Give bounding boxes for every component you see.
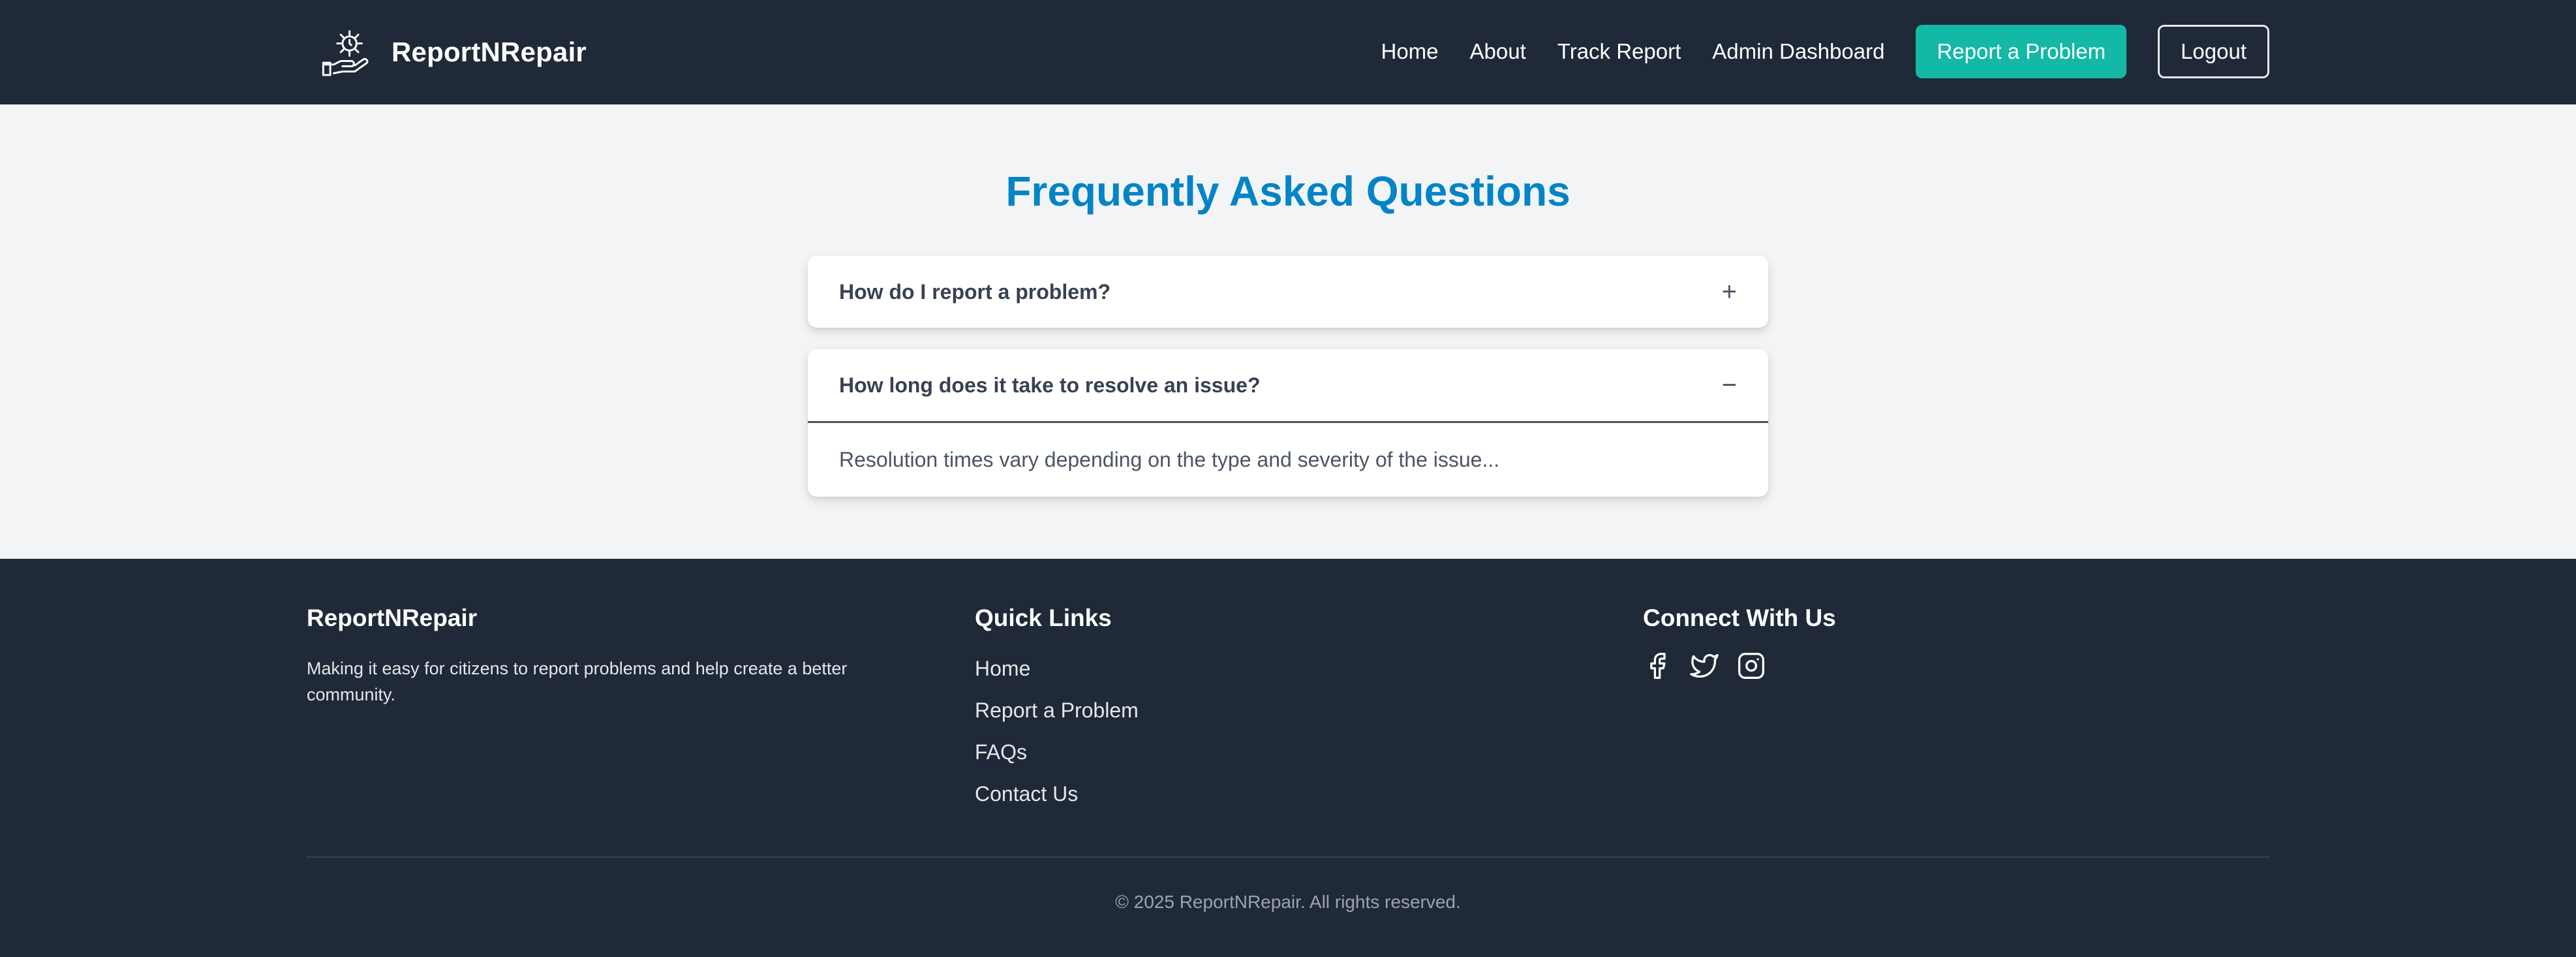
facebook-icon[interactable] [1643,651,1672,680]
top-navbar: ReportNRepair Home About Track Report Ad… [0,0,2576,104]
footer-link-report-problem[interactable]: Report a Problem [975,697,1366,739]
faq-question-text: How long does it take to resolve an issu… [839,373,1261,397]
footer-quick-links-heading: Quick Links [975,604,1112,631]
brand[interactable]: ReportNRepair [320,24,587,81]
copyright-text: © 2025 ReportNRepair. All rights reserve… [1115,892,1461,912]
site-footer: ReportNRepair Making it easy for citizen… [0,559,2576,957]
faq-question-text: How do I report a problem? [839,279,1111,304]
footer-divider [307,856,2269,858]
nav-home-link[interactable]: Home [1381,39,1439,64]
gear-hand-logo-icon [322,30,369,76]
faq-item: How long does it take to resolve an issu… [808,349,1768,497]
faq-title: Frequently Asked Questions [1005,168,1571,215]
footer-connect-heading: Connect With Us [1643,604,1836,631]
minus-icon: − [1721,371,1737,400]
faq-question-toggle[interactable]: How do I report a problem? + [808,256,1768,328]
footer-about: ReportNRepair Making it easy for citizen… [307,604,894,708]
twitter-icon[interactable] [1690,651,1719,680]
nav-links: Home About Track Report Admin Dashboard … [1381,25,2269,78]
instagram-icon[interactable] [1737,651,1766,680]
faq-item: How do I report a problem? + [808,256,1768,328]
footer-link-home[interactable]: Home [975,655,1366,697]
nav-about-link[interactable]: About [1470,39,1526,64]
brand-name: ReportNRepair [391,37,587,67]
footer-connect: Connect With Us [1643,604,2034,680]
faq-answer: Resolution times vary depending on the t… [839,448,1500,471]
plus-icon: + [1721,277,1737,306]
footer-about-description: Making it easy for citizens to report pr… [307,659,848,704]
nav-track-report-link[interactable]: Track Report [1557,39,1681,64]
footer-link-contact-us[interactable]: Contact Us [975,781,1366,823]
social-links [1643,651,2034,680]
faq-section: Frequently Asked Questions How do I repo… [0,104,2576,559]
nav-admin-dashboard-link[interactable]: Admin Dashboard [1712,39,1884,64]
logout-button[interactable]: Logout [2158,25,2269,78]
footer-links-list: Home Report a Problem FAQs Contact Us [975,655,1366,823]
footer-quick-links: Quick Links Home Report a Problem FAQs C… [975,604,1366,823]
report-problem-button[interactable]: Report a Problem [1916,25,2127,78]
faq-question-toggle[interactable]: How long does it take to resolve an issu… [808,349,1768,421]
footer-link-faqs[interactable]: FAQs [975,739,1366,781]
footer-about-heading: ReportNRepair [307,604,478,631]
